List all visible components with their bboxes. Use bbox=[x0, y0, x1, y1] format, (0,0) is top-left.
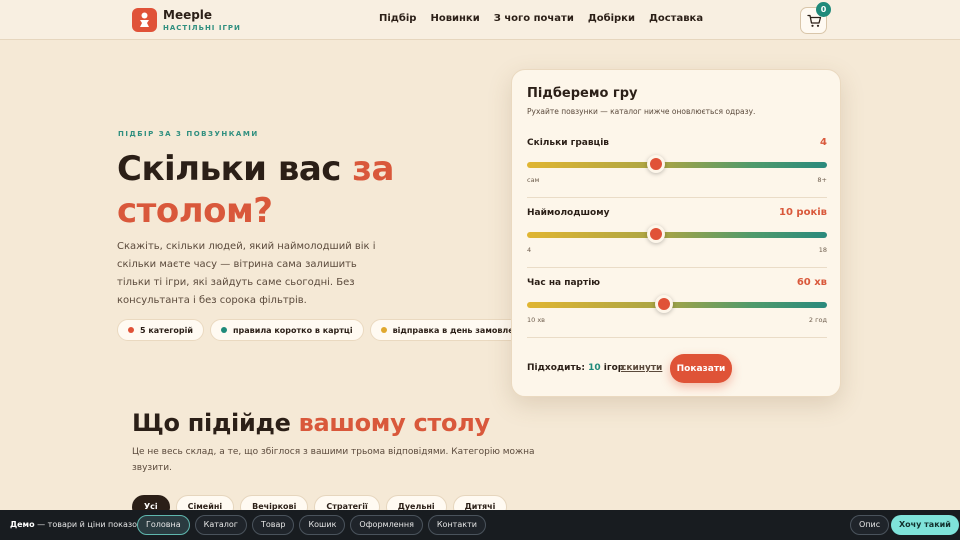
demo-link-product[interactable]: Товар bbox=[252, 515, 295, 535]
hero-features: 5 категорій правила коротко в картці від… bbox=[117, 319, 541, 341]
demo-link-checkout[interactable]: Оформлення bbox=[350, 515, 423, 535]
match-label: Підходить: bbox=[527, 363, 585, 373]
divider bbox=[527, 337, 827, 338]
want-this-button[interactable]: Хочу такий bbox=[891, 515, 959, 535]
demo-label-bold: Демо bbox=[10, 520, 35, 529]
demo-link-cart[interactable]: Кошик bbox=[299, 515, 346, 535]
section-description: Це не весь склад, а те, що збіглося з ва… bbox=[132, 447, 535, 473]
feature-chip: правила коротко в картці bbox=[210, 319, 364, 341]
age-max-label: 18 bbox=[818, 246, 827, 254]
dot-icon bbox=[128, 327, 134, 333]
nav-item-start[interactable]: З чого почати bbox=[494, 13, 574, 24]
demo-links: Головна Каталог Товар Кошик Оформлення К… bbox=[137, 515, 486, 535]
feature-chip: 5 категорій bbox=[117, 319, 204, 341]
players-slider-thumb[interactable] bbox=[647, 155, 665, 173]
demo-bar: Демо — товари й ціни показові: Головна К… bbox=[0, 510, 960, 540]
feature-chip-label: 5 категорій bbox=[140, 325, 193, 335]
reset-link[interactable]: скинути bbox=[621, 363, 662, 373]
feature-chip-label: відправка в день замовлення bbox=[392, 325, 530, 335]
age-label: Наймолодшому bbox=[527, 208, 610, 218]
demo-link-home[interactable]: Головна bbox=[137, 515, 190, 535]
nav-item-collections[interactable]: Добірки bbox=[588, 13, 635, 24]
players-value: 4 bbox=[820, 137, 827, 148]
site-header: Meeple НАСТІЛЬНІ ІГРИ Підбір Новинки З ч… bbox=[0, 0, 960, 40]
picker-subtitle: Рухайте повзунки — каталог нижче оновлює… bbox=[527, 107, 756, 116]
match-number: 10 bbox=[588, 363, 601, 373]
hero-title-accent-2: столом? bbox=[117, 191, 273, 231]
hero-title-plain: Скільки вас bbox=[117, 149, 353, 189]
players-max-label: 8+ bbox=[817, 176, 827, 184]
dot-icon bbox=[380, 327, 387, 333]
hero-eyebrow: ПІДБІР ЗА 3 ПОВЗУНКАМИ bbox=[118, 130, 259, 138]
hero-description: Скажіть, скільки людей, який наймолодший… bbox=[117, 241, 376, 306]
age-slider-thumb[interactable] bbox=[647, 225, 665, 243]
demo-link-catalog[interactable]: Каталог bbox=[194, 515, 247, 535]
dot-icon bbox=[221, 327, 227, 333]
nav-item-new[interactable]: Новинки bbox=[430, 13, 479, 24]
cart-count-badge: 0 bbox=[816, 2, 831, 17]
divider bbox=[527, 267, 827, 268]
age-min-label: 4 bbox=[527, 246, 532, 254]
time-slider-thumb[interactable] bbox=[655, 295, 674, 313]
brand-tagline: НАСТІЛЬНІ ІГРИ bbox=[163, 24, 241, 32]
time-min-label: 10 хв bbox=[527, 316, 546, 324]
time-max-label: 2 год bbox=[808, 316, 827, 324]
hero-title-accent-1: за bbox=[352, 149, 394, 189]
nav-item-delivery[interactable]: Доставка bbox=[649, 13, 703, 24]
main-nav: Підбір Новинки З чого почати Добірки Дос… bbox=[379, 13, 703, 24]
section-title-accent: вашому столу bbox=[298, 409, 491, 437]
game-picker-card: Підберемо гру Рухайте повзунки — каталог… bbox=[511, 69, 841, 397]
hero-title: Скільки вас за столом? bbox=[117, 148, 437, 232]
match-count: Підходить: 10 ігор bbox=[527, 363, 624, 373]
show-button[interactable]: Показати bbox=[670, 354, 732, 383]
age-value: 10 років bbox=[779, 207, 827, 218]
section-title: Що підійде вашому столу bbox=[132, 409, 490, 437]
nav-item-picker[interactable]: Підбір bbox=[379, 13, 416, 24]
time-slider-track[interactable] bbox=[527, 302, 827, 308]
picker-title: Підберемо гру bbox=[527, 86, 638, 101]
feature-chip-label: правила коротко в картці bbox=[233, 325, 353, 335]
time-label: Час на партію bbox=[527, 278, 601, 288]
age-slider-track[interactable] bbox=[527, 232, 827, 238]
divider bbox=[527, 197, 827, 198]
section-title-plain: Що підійде bbox=[132, 409, 299, 437]
meeple-logo-icon[interactable] bbox=[132, 8, 157, 32]
players-slider-track[interactable] bbox=[527, 162, 827, 168]
brand-name[interactable]: Meeple bbox=[163, 8, 212, 22]
demo-link-contacts[interactable]: Контакти bbox=[427, 515, 486, 535]
demo-label: Демо — товари й ціни показові: bbox=[10, 520, 147, 529]
description-button[interactable]: Опис bbox=[850, 515, 890, 535]
time-value: 60 хв bbox=[796, 277, 827, 288]
demo-label-rest: — товари й ціни показові: bbox=[34, 520, 147, 529]
players-label: Скільки гравців bbox=[527, 138, 609, 148]
players-min-label: сам bbox=[527, 176, 540, 184]
